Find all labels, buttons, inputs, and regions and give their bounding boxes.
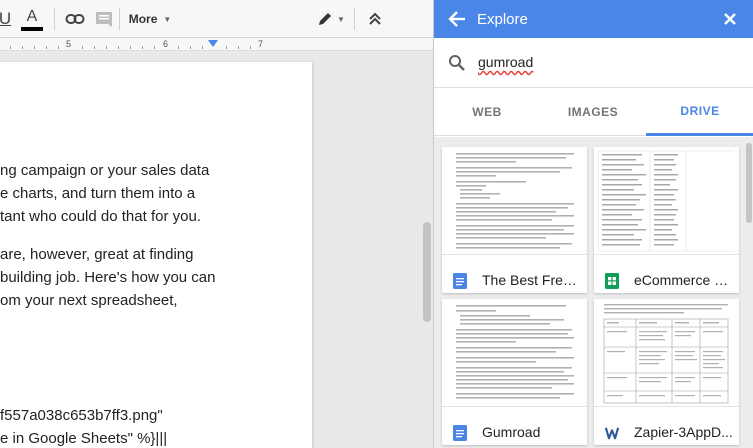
ruler-tick: [34, 46, 35, 49]
ruler-tick: [130, 46, 131, 49]
ruler-tick: [22, 46, 23, 49]
document-line: e in Google Sheets" %}|||: [0, 430, 168, 447]
hide-menus-button[interactable]: [362, 6, 388, 32]
spreadsheet-preview-graphic: [597, 150, 734, 252]
document-line: ng campaign or your sales data: [0, 162, 210, 179]
document-line: f557a038c653b7ff3.png": [0, 407, 163, 424]
ruler-tick: [178, 46, 179, 49]
underline-label: U: [0, 9, 12, 28]
document-line: om your next spreadsheet,: [0, 292, 178, 309]
explore-search-input[interactable]: gumroad: [478, 54, 533, 70]
file-title: eCommerce O...: [634, 272, 734, 288]
document-line: e charts, and turn them into a: [0, 185, 196, 202]
double-chevron-up-icon: [369, 12, 381, 25]
explore-tabs: WEB IMAGES DRIVE: [434, 88, 753, 136]
ruler-tick: [46, 46, 47, 49]
results-scrollbar[interactable]: [746, 143, 752, 223]
drive-result-card[interactable]: Zapier-3AppD...: [594, 299, 739, 445]
document-line: building job. Here's how you can: [0, 269, 216, 286]
insert-link-button[interactable]: [62, 6, 88, 32]
ruler[interactable]: 5 6 7: [0, 38, 433, 51]
ruler-tick: [58, 46, 59, 49]
text-color-swatch: [21, 26, 43, 31]
docs-icon: [453, 273, 467, 289]
ruler-tick: [250, 46, 251, 49]
ruler-tick: [154, 46, 155, 49]
text-color-label: A: [26, 7, 38, 25]
docs-toolbar: U A More ▼ ▼: [0, 0, 433, 38]
underline-button[interactable]: U: [0, 6, 12, 32]
more-menu-button[interactable]: More ▼: [126, 6, 174, 32]
document-preview-graphic: [456, 153, 574, 249]
tab-web[interactable]: WEB: [434, 88, 540, 136]
ruler-tick: [82, 46, 83, 49]
document-scrollbar[interactable]: [423, 222, 431, 322]
ruler-tick: [190, 46, 191, 49]
sheets-icon: [605, 273, 619, 289]
more-label: More: [128, 12, 158, 26]
ruler-tick: [226, 46, 227, 49]
toolbar-divider: [354, 8, 355, 30]
document-thumbnail: [442, 299, 587, 407]
word-icon: [605, 427, 619, 440]
file-title: Zapier-3AppD...: [634, 424, 733, 440]
ruler-mark: 7: [258, 39, 264, 49]
document-thumbnail: [442, 147, 587, 255]
ruler-tick: [94, 46, 95, 49]
chevron-down-icon: ▼: [163, 14, 172, 24]
pencil-icon: [319, 13, 332, 25]
explore-header: Explore: [434, 0, 753, 38]
drive-results: The Best Free ... eCommerce O... Gumroad…: [434, 137, 753, 448]
toolbar-divider: [54, 8, 55, 30]
ruler-mark: 6: [163, 39, 169, 49]
right-indent-marker[interactable]: [208, 40, 218, 47]
ruler-tick: [10, 46, 11, 49]
explore-search-field[interactable]: gumroad: [434, 38, 753, 88]
document-line: are, however, great at finding: [0, 246, 194, 263]
word-preview-graphic: [603, 304, 729, 404]
document-page[interactable]: ng campaign or your sales data e charts,…: [0, 62, 312, 448]
toolbar-divider: [119, 8, 120, 30]
docs-icon: [453, 425, 467, 441]
file-title: Gumroad: [482, 424, 541, 440]
close-icon[interactable]: [721, 10, 739, 28]
insert-comment-button[interactable]: [92, 6, 116, 32]
link-icon: [65, 14, 85, 24]
spreadsheet-thumbnail: [594, 147, 739, 255]
drive-result-card[interactable]: eCommerce O...: [594, 147, 739, 293]
explore-title: Explore: [477, 11, 528, 28]
back-arrow-icon[interactable]: [446, 9, 468, 29]
drive-result-card[interactable]: Gumroad: [442, 299, 587, 445]
chevron-down-icon: ▼: [337, 14, 345, 24]
drive-result-card[interactable]: The Best Free ...: [442, 147, 587, 293]
editing-mode-button[interactable]: ▼: [314, 6, 348, 32]
explore-panel: Explore gumroad WEB IMAGES DRIVE The Bes…: [433, 0, 753, 448]
word-document-thumbnail: [594, 299, 739, 407]
ruler-tick: [106, 46, 107, 49]
ruler-tick: [142, 46, 143, 49]
document-preview-graphic: [456, 305, 574, 399]
document-line: tant who could do that for you.: [0, 208, 201, 225]
ruler-tick: [238, 46, 239, 49]
search-icon: [449, 55, 465, 71]
ruler-tick: [202, 46, 203, 49]
document-canvas: ng campaign or your sales data e charts,…: [0, 52, 433, 448]
text-color-button[interactable]: A: [18, 6, 46, 32]
ruler-mark: 5: [66, 39, 72, 49]
tab-drive[interactable]: DRIVE: [646, 88, 753, 136]
ruler-tick: [118, 46, 119, 49]
comment-icon: [96, 12, 112, 27]
file-title: The Best Free ...: [482, 272, 582, 288]
tab-images[interactable]: IMAGES: [540, 88, 646, 136]
